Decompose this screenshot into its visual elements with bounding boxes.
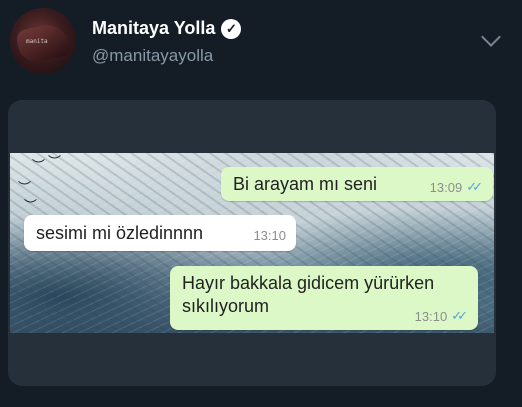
double-check-icon: ✓✓ bbox=[466, 179, 483, 194]
message-meta: 13:09 ✓✓ bbox=[430, 179, 483, 195]
message-bubble-incoming[interactable]: sesimi mi özledinnnn 13:10 bbox=[24, 215, 296, 251]
message-text: sesimi mi özledinnnn bbox=[36, 223, 204, 243]
chevron-down-icon[interactable] bbox=[481, 27, 501, 47]
chat-screenshot: ︶ ︶ ︶ ︶ Bi arayam mı seni 13:09 ✓✓ sesim… bbox=[10, 153, 494, 333]
double-check-icon: ✓✓ bbox=[451, 308, 468, 323]
bird-decoration-icon: ︶ bbox=[18, 180, 32, 195]
user-handle[interactable]: @manitayayolla bbox=[92, 46, 213, 66]
tweet-author: Manitaya Yolla ✓ bbox=[92, 18, 242, 39]
bird-decoration-icon: ︶ bbox=[32, 158, 46, 173]
message-time: 13:10 bbox=[253, 228, 286, 243]
bird-decoration-icon: ︶ bbox=[24, 198, 38, 213]
avatar[interactable]: manita bbox=[10, 8, 76, 74]
message-time: 13:09 bbox=[429, 179, 463, 195]
message-time: 13:10 bbox=[414, 308, 448, 324]
message-meta: 13:10 ✓✓ bbox=[415, 308, 468, 324]
bird-decoration-icon: ︶ bbox=[48, 154, 62, 169]
message-meta: 13:10 bbox=[253, 228, 286, 243]
avatar-mark: manita bbox=[26, 38, 48, 45]
display-name[interactable]: Manitaya Yolla bbox=[92, 18, 215, 39]
tweet-media[interactable]: ︶ ︶ ︶ ︶ Bi arayam mı seni 13:09 ✓✓ sesim… bbox=[8, 100, 496, 386]
message-bubble-outgoing[interactable]: Bi arayam mı seni 13:09 ✓✓ bbox=[221, 167, 493, 201]
message-text: Bi arayam mı seni bbox=[233, 174, 378, 194]
message-text: Hayır bakkala gidicem yürürken sıkılıyor… bbox=[182, 273, 435, 316]
message-bubble-outgoing[interactable]: Hayır bakkala gidicem yürürken sıkılıyor… bbox=[170, 266, 478, 330]
verified-badge-icon: ✓ bbox=[221, 18, 242, 39]
